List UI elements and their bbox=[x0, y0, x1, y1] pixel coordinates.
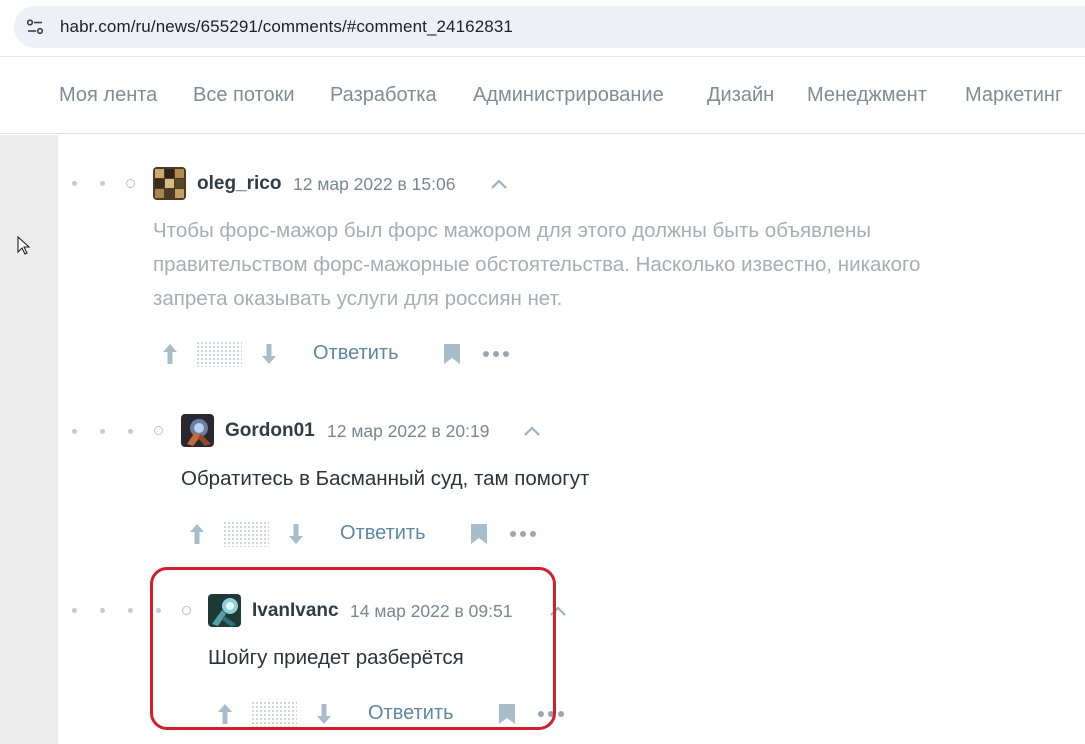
vote-down-icon[interactable] bbox=[260, 342, 278, 366]
bookmark-icon[interactable] bbox=[443, 343, 461, 365]
thread-ring bbox=[154, 426, 163, 435]
highlight-annotation bbox=[150, 567, 556, 730]
thread-dot bbox=[72, 429, 77, 434]
thread-dot bbox=[100, 429, 105, 434]
thread-dot bbox=[72, 181, 77, 186]
vote-up-icon[interactable] bbox=[161, 342, 179, 366]
nav-design[interactable]: Дизайн bbox=[707, 84, 774, 107]
thread-dot bbox=[128, 429, 133, 434]
mouse-cursor-icon bbox=[17, 236, 31, 255]
comment-text-line: Обратитесь в Басманный суд, там помогут bbox=[181, 467, 590, 490]
thread-dot bbox=[100, 608, 105, 613]
comment-text-line: правительством форс-мажорные обстоятельс… bbox=[153, 253, 921, 276]
bookmark-icon[interactable] bbox=[470, 523, 488, 545]
rating-hidden-placeholder bbox=[223, 521, 269, 547]
comment-date[interactable]: 12 мар 2022 в 20:19 bbox=[327, 421, 489, 442]
thread-ring bbox=[126, 179, 135, 188]
reply-button[interactable]: Ответить bbox=[340, 522, 426, 545]
reply-button[interactable]: Ответить bbox=[313, 342, 399, 365]
comment-text-line: Чтобы форс-мажор был форс мажором для эт… bbox=[153, 219, 872, 242]
more-options-icon[interactable] bbox=[510, 530, 538, 538]
thread-dot bbox=[72, 608, 77, 613]
comment-text-line: запрета оказывать услуги для россиян нет… bbox=[153, 287, 563, 310]
thread-dot bbox=[128, 608, 133, 613]
thread-dot bbox=[100, 181, 105, 186]
nav-my-feed[interactable]: Моя лента bbox=[59, 84, 157, 107]
comment-text: Чтобы форс-мажор был форс мажором для эт… bbox=[153, 214, 920, 316]
chevron-up-icon[interactable] bbox=[522, 424, 542, 438]
avatar[interactable] bbox=[153, 167, 186, 200]
comment-date[interactable]: 12 мар 2022 в 15:06 bbox=[293, 174, 455, 195]
hubs-nav: Моя лента Все потоки Разработка Админист… bbox=[0, 57, 1085, 134]
rating-hidden-placeholder bbox=[196, 341, 242, 367]
nav-development[interactable]: Разработка bbox=[330, 84, 437, 107]
left-gutter bbox=[0, 135, 58, 744]
address-bar[interactable]: habr.com/ru/news/655291/comments/#commen… bbox=[14, 6, 1085, 48]
chevron-up-icon[interactable] bbox=[489, 177, 509, 191]
avatar[interactable] bbox=[181, 414, 214, 447]
site-settings-icon[interactable] bbox=[26, 18, 44, 36]
url-text[interactable]: habr.com/ru/news/655291/comments/#commen… bbox=[60, 17, 513, 37]
nav-management[interactable]: Менеджмент bbox=[807, 84, 927, 107]
comment-author[interactable]: Gordon01 bbox=[225, 420, 315, 442]
comment-text: Обратитесь в Басманный суд, там помогут bbox=[181, 462, 589, 496]
vote-down-icon[interactable] bbox=[287, 522, 305, 546]
nav-all-streams[interactable]: Все потоки bbox=[193, 84, 295, 107]
more-options-icon[interactable] bbox=[483, 350, 511, 358]
nav-administration[interactable]: Администрирование bbox=[473, 84, 664, 107]
comment-author[interactable]: oleg_rico bbox=[197, 173, 281, 195]
vote-up-icon[interactable] bbox=[188, 522, 206, 546]
nav-marketing[interactable]: Маркетинг bbox=[965, 84, 1062, 107]
